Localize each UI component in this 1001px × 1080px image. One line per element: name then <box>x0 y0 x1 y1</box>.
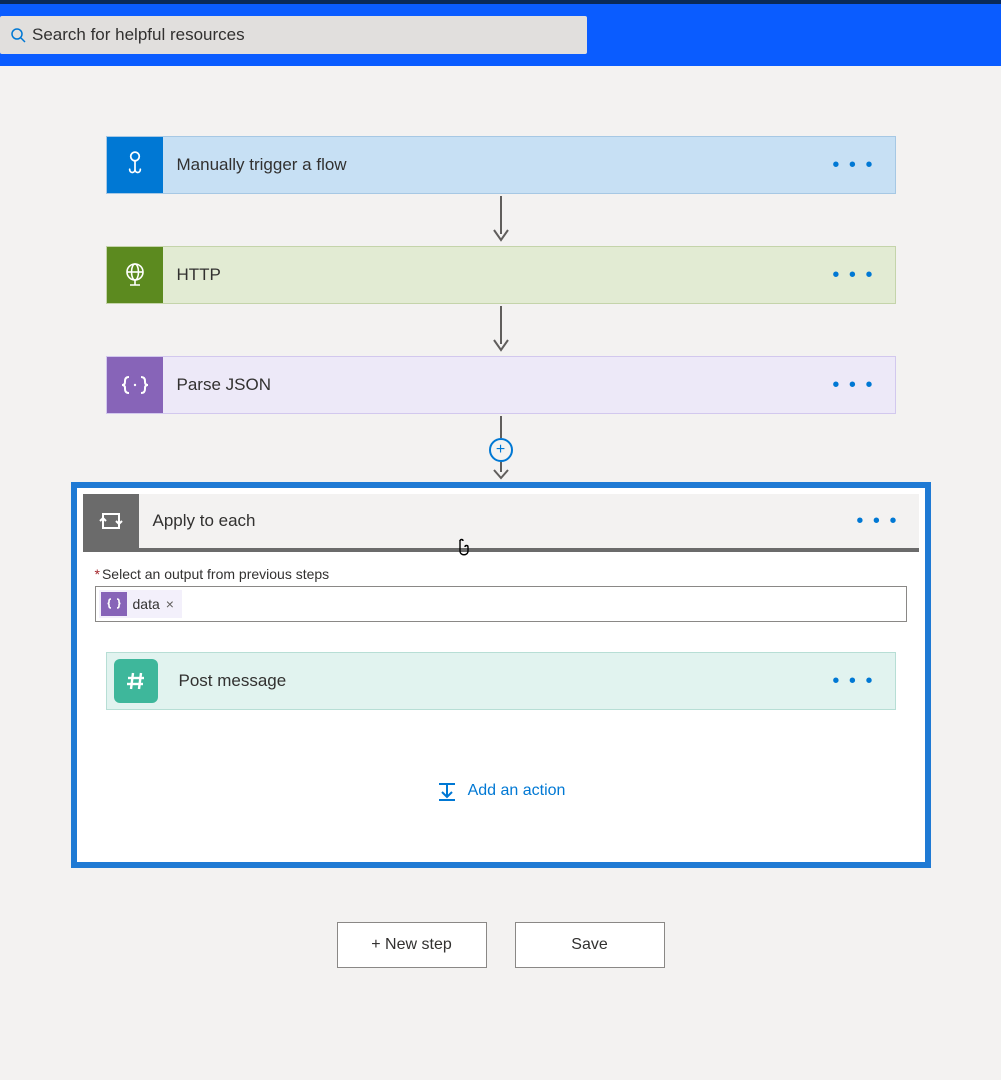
connector-arrow <box>491 196 511 244</box>
connector-arrow <box>491 462 511 480</box>
step-trigger-menu[interactable]: • • • <box>812 154 894 177</box>
token-data[interactable]: data × <box>99 590 182 618</box>
connector-arrow <box>491 306 511 354</box>
hash-icon <box>114 659 158 703</box>
output-field-label: *Select an output from previous steps <box>95 566 907 582</box>
new-step-button[interactable]: + New step <box>337 922 487 968</box>
step-parse-json[interactable]: Parse JSON • • • <box>106 356 896 414</box>
add-action-label: Add an action <box>468 782 566 800</box>
step-apply-label: Apply to each <box>153 494 837 548</box>
search-icon <box>10 27 26 43</box>
step-apply-body: *Select an output from previous steps da… <box>77 552 925 862</box>
output-token-input[interactable]: data × <box>95 586 907 622</box>
search-box[interactable] <box>0 16 587 54</box>
loop-icon <box>83 494 139 548</box>
step-post-menu[interactable]: • • • <box>812 670 894 693</box>
step-post-label: Post message <box>179 671 813 691</box>
insert-step-button[interactable]: + <box>489 438 513 462</box>
search-input[interactable] <box>32 25 577 45</box>
step-parse-label: Parse JSON <box>177 375 813 395</box>
token-remove[interactable]: × <box>166 596 174 612</box>
step-parse-menu[interactable]: • • • <box>812 374 894 397</box>
touch-icon <box>107 137 163 193</box>
step-apply-to-each: Apply to each • • • *Select an output fr… <box>71 482 931 868</box>
step-trigger-label: Manually trigger a flow <box>177 155 813 175</box>
step-http-menu[interactable]: • • • <box>812 264 894 287</box>
globe-icon <box>107 247 163 303</box>
connector-arrow <box>491 416 511 438</box>
step-apply-menu[interactable]: • • • <box>836 494 918 548</box>
add-action-button[interactable]: Add an action <box>95 780 907 802</box>
step-apply-header[interactable]: Apply to each • • • <box>83 494 919 552</box>
save-button[interactable]: Save <box>515 922 665 968</box>
top-bar <box>0 0 1001 66</box>
step-trigger[interactable]: Manually trigger a flow • • • <box>106 136 896 194</box>
bottom-actions: + New step Save <box>337 922 665 968</box>
flow-canvas: Manually trigger a flow • • • HTTP • • • <box>0 66 1001 968</box>
braces-icon <box>107 357 163 413</box>
step-http-label: HTTP <box>177 265 813 285</box>
required-asterisk: * <box>95 566 100 582</box>
braces-icon <box>101 592 127 616</box>
insert-icon <box>436 780 458 802</box>
step-http[interactable]: HTTP • • • <box>106 246 896 304</box>
token-label: data <box>133 596 160 612</box>
step-post-message[interactable]: Post message • • • <box>106 652 896 710</box>
